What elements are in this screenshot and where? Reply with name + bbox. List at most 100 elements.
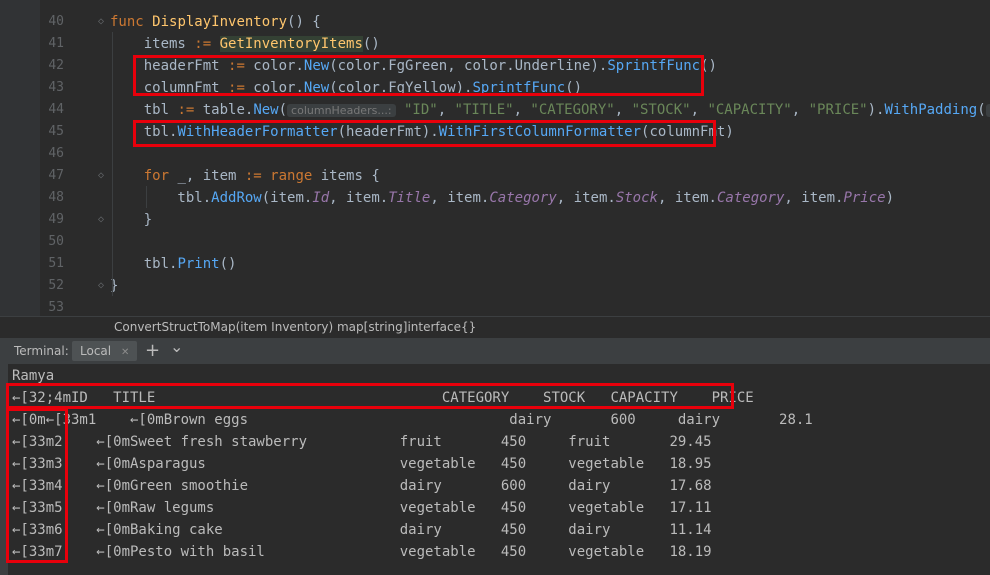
code-line: 42 headerFmt := color.New(color.FgGreen,… [0, 55, 990, 77]
code-token: DisplayInventory [152, 14, 288, 30]
indent-guide [146, 186, 147, 208]
code-text: items := GetInventoryItems() [110, 33, 380, 55]
code-token: ( [278, 102, 288, 118]
close-icon[interactable]: ✕ [121, 347, 129, 358]
code-token: := [228, 58, 245, 74]
breadcrumb[interactable]: ConvertStructToMap(item Inventory) map[s… [0, 316, 990, 339]
code-token: , item. [556, 190, 616, 206]
terminal-line: ←[33m6 ←[0mBaking cake dairy 450 dairy 1… [12, 522, 712, 538]
code-token: Price [843, 190, 886, 206]
code-text: func DisplayInventory() { [110, 11, 321, 33]
code-token: for [143, 168, 170, 184]
code-token: , [437, 102, 455, 118]
code-token: color. [244, 58, 304, 74]
code-token: WithHeaderFormatter [177, 124, 338, 140]
terminal-output[interactable]: Ramya ←[32;4mID TITLE CATEGORY STOCK CAPA… [0, 364, 990, 575]
code-token: ). [867, 102, 885, 118]
code-line: 43 columnFmt := color.New(color.FgYellow… [0, 77, 990, 99]
terminal-line: ←[33m7 ←[0mPesto with basil vegetable 45… [12, 544, 712, 560]
code-token: (color.FgGreen, color.Underline). [329, 58, 608, 74]
terminal-header: Terminal: Local ✕ + ⌄ [0, 337, 990, 365]
code-token: () { [287, 14, 321, 30]
code-token: } [110, 212, 153, 228]
line-number: 48 [48, 190, 64, 205]
line-number: 40 [48, 14, 64, 29]
code-token: () [219, 256, 237, 272]
code-token: columnFmt [110, 80, 229, 96]
code-token: columnHeaders...: [287, 104, 396, 117]
code-token: , item. [657, 190, 717, 206]
breadcrumb-text: ConvertStructToMap(item Inventory) map[s… [114, 320, 477, 334]
code-token: , [614, 102, 632, 118]
code-token: () [700, 58, 717, 74]
line-number: 41 [48, 36, 64, 51]
code-token: SprintfFunc [607, 58, 701, 74]
code-token: tbl. [110, 124, 178, 140]
terminal-line: ←[0m←[33m1 ←[0mBrown eggs dairy 600 dair… [12, 412, 813, 428]
code-line: 47 for _, item := range items { [0, 165, 990, 187]
line-number: 50 [48, 234, 64, 249]
terminal-prompt-line: Ramya [12, 368, 55, 384]
chevron-down-icon[interactable]: ⌄ [170, 334, 183, 360]
code-token: := [228, 80, 245, 96]
code-token: ) [885, 190, 895, 206]
terminal-line: ←[33m2 ←[0mSweet fresh stawberry fruit 4… [12, 434, 712, 450]
code-line: 44 tbl := table.New(columnHeaders...: "I… [0, 99, 990, 121]
terminal-tab-local[interactable]: Local ✕ [72, 341, 138, 361]
code-text: tbl.AddRow(item.Id, item.Title, item.Cat… [110, 187, 894, 209]
fold-icon[interactable]: ◇ [98, 280, 108, 292]
line-number: 49 [48, 212, 64, 227]
code-line: 45 tbl.WithHeaderFormatter(headerFmt).Wi… [0, 121, 990, 143]
code-token: () [362, 36, 380, 52]
code-token: color. [244, 80, 304, 96]
code-token: New [303, 58, 330, 74]
code-line: 52} [0, 275, 990, 297]
line-number: 52 [48, 278, 64, 293]
terminal-tab-label: Local [80, 344, 112, 358]
code-line: 50 [0, 231, 990, 253]
code-token: p: [985, 104, 990, 117]
code-token: New [303, 80, 330, 96]
fold-icon[interactable]: ◇ [98, 170, 108, 182]
add-terminal-icon[interactable]: + [145, 338, 160, 364]
terminal-line: ←[33m4 ←[0mGreen smoothie dairy 600 dair… [12, 478, 712, 494]
fold-icon[interactable]: ◇ [98, 16, 108, 28]
code-token: , [791, 102, 809, 118]
code-text: for _, item := range items { [110, 165, 380, 187]
code-token: New [253, 102, 279, 118]
fold-icon[interactable]: ◇ [98, 214, 108, 226]
code-token: Print [177, 256, 220, 272]
code-editor[interactable]: 40 func DisplayInventory() { 41 items := G… [0, 0, 990, 316]
code-token: "STOCK" [631, 102, 691, 118]
code-token: WithPadding [884, 102, 978, 118]
code-token: Title [388, 190, 431, 206]
code-token: () [565, 80, 583, 96]
terminal-line: ←[32;4mID TITLE CATEGORY STOCK CAPACITY … [12, 390, 754, 406]
code-token: (columnFmt) [641, 124, 734, 140]
code-token: "CAPACITY" [707, 102, 792, 118]
code-text: tbl.WithHeaderFormatter(headerFmt).WithF… [110, 121, 734, 143]
code-token: range [270, 168, 313, 184]
code-token: , item. [430, 190, 490, 206]
line-number: 47 [48, 168, 64, 183]
terminal-line: ←[33m3 ←[0mAsparagus vegetable 450 veget… [12, 456, 712, 472]
code-token: := [194, 36, 212, 52]
code-token: "TITLE" [454, 102, 514, 118]
code-token: := [177, 102, 195, 118]
code-token: (item. [261, 190, 313, 206]
code-token: Id [312, 190, 330, 206]
code-text: headerFmt := color.New(color.FgGreen, co… [110, 55, 717, 77]
code-token: "ID" [403, 102, 438, 118]
code-token: WithFirstColumnFormatter [438, 124, 642, 140]
indent-guide [112, 32, 113, 296]
code-token: items { [312, 168, 380, 184]
code-token: headerFmt [110, 58, 229, 74]
line-number: 46 [48, 146, 64, 161]
code-token: Category [489, 190, 557, 206]
code-token: "PRICE" [808, 102, 868, 118]
code-line: 48 tbl.AddRow(item.Id, item.Title, item.… [0, 187, 990, 209]
